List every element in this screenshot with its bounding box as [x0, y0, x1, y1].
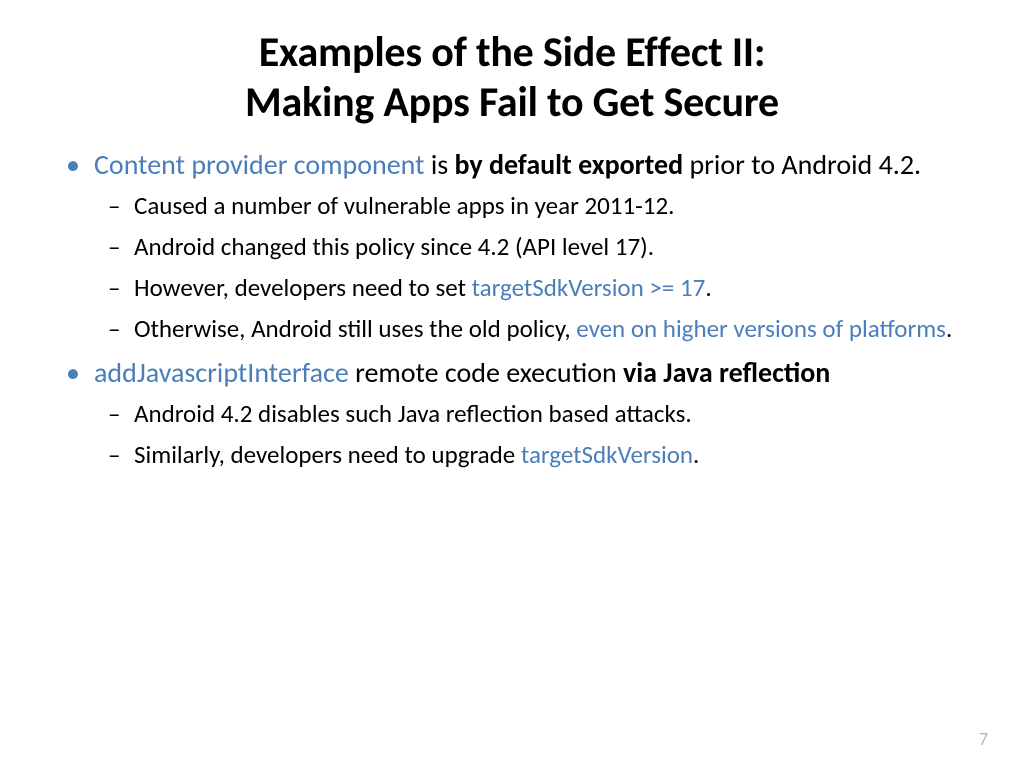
text-run: via Java reflection — [623, 355, 830, 390]
page-number: 7 — [979, 728, 988, 750]
text-run: even on higher versions of platforms — [576, 313, 946, 344]
bullet-list: Content provider component is by default… — [40, 147, 984, 471]
slide-title: Examples of the Side Effect II: Making A… — [40, 28, 984, 127]
text-run: . — [946, 313, 952, 344]
text-run: by default exported — [455, 147, 684, 182]
text-run: targetSdkVersion >= 17 — [472, 272, 706, 303]
text-run: is — [424, 147, 454, 182]
text-run: prior to Android 4.2. — [683, 147, 921, 182]
sub-bullet-item: Android 4.2 disables such Java reflectio… — [134, 397, 984, 430]
text-run: . — [705, 272, 711, 303]
sub-bullet-item: Otherwise, Android still uses the old po… — [134, 312, 984, 345]
text-run: Otherwise, Android still uses the old po… — [134, 313, 576, 344]
slide: Examples of the Side Effect II: Making A… — [0, 0, 1024, 768]
text-run: Android changed this policy since 4.2 (A… — [134, 231, 654, 262]
text-run: . — [693, 439, 699, 470]
slide-body: Content provider component is by default… — [40, 147, 984, 471]
title-line-1: Examples of the Side Effect II: — [259, 27, 765, 78]
bullet-item: addJavascriptInterface remote code execu… — [94, 355, 984, 471]
text-run: However, developers need to set — [134, 272, 472, 303]
sub-bullet-list: Caused a number of vulnerable apps in ye… — [94, 189, 984, 345]
sub-bullet-item: Caused a number of vulnerable apps in ye… — [134, 189, 984, 222]
sub-bullet-item: However, developers need to set targetSd… — [134, 271, 984, 304]
title-line-2: Making Apps Fail to Get Secure — [245, 77, 779, 128]
sub-bullet-list: Android 4.2 disables such Java reflectio… — [94, 397, 984, 471]
text-run: remote code execution — [349, 355, 623, 390]
text-run: Similarly, developers need to upgrade — [134, 439, 521, 470]
text-run: Caused a number of vulnerable apps in ye… — [134, 190, 674, 221]
bullet-item: Content provider component is by default… — [94, 147, 984, 345]
sub-bullet-item: Similarly, developers need to upgrade ta… — [134, 438, 984, 471]
text-run: Android 4.2 disables such Java reflectio… — [134, 398, 692, 429]
text-run: addJavascriptInterface — [94, 355, 349, 390]
sub-bullet-item: Android changed this policy since 4.2 (A… — [134, 230, 984, 263]
text-run: Content provider component — [94, 147, 424, 182]
text-run: targetSdkVersion — [521, 439, 693, 470]
